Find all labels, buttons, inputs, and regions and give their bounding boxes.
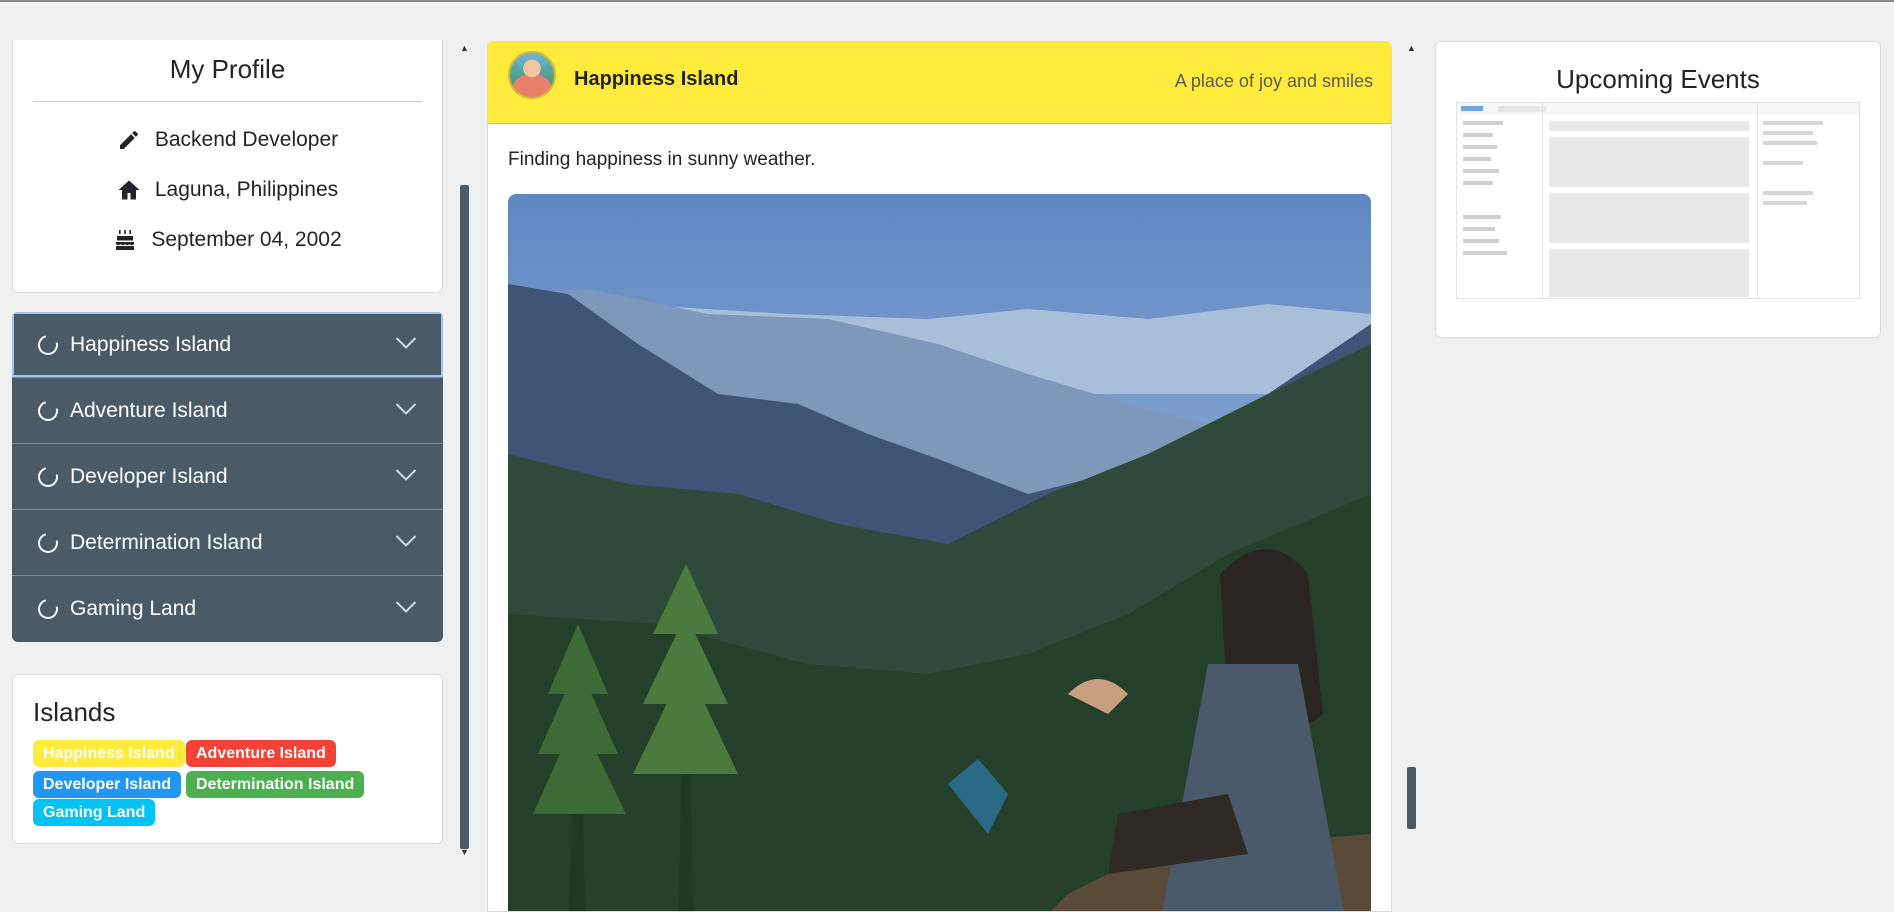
- spinner-icon: [34, 462, 62, 491]
- badge-adventure-island[interactable]: Adventure Island: [186, 740, 336, 767]
- accordion-item-developer-island[interactable]: Developer Island: [12, 444, 443, 510]
- accordion-item-label: Gaming Land: [70, 597, 197, 620]
- islands-card: Islands Happiness Island Adventure Islan…: [12, 674, 443, 844]
- accordion-item-determination-island[interactable]: Determination Island: [12, 510, 443, 576]
- post-tagline: A place of joy and smiles: [1174, 71, 1373, 91]
- post-photo: [508, 194, 1371, 911]
- profile-birthday-row: September 04, 2002: [13, 228, 442, 252]
- profile-location-row: Laguna, Philippines: [13, 178, 442, 202]
- pencil-icon: [119, 130, 138, 149]
- accordion-item-gaming-land[interactable]: Gaming Land: [12, 576, 443, 642]
- event-screenshot-thumbnail: [1457, 103, 1859, 298]
- accordion-item-label: Happiness Island: [70, 332, 232, 356]
- mountain-landscape-image: [508, 194, 1371, 911]
- accordion-item-label: Developer Island: [70, 464, 228, 488]
- chevron-down-icon: [395, 469, 417, 481]
- spinner-icon: [34, 595, 62, 623]
- home-icon: [118, 180, 140, 200]
- spinner-icon: [34, 396, 62, 425]
- spinner-icon: [34, 528, 62, 557]
- left-scroll-up-arrow[interactable]: ▲: [460, 44, 469, 53]
- profile-birthday: September 04, 2002: [151, 228, 342, 251]
- chevron-down-icon: [395, 535, 417, 547]
- profile-divider: [33, 101, 422, 102]
- accordion-item-label: Adventure Island: [70, 398, 228, 422]
- chevron-down-icon: [395, 601, 417, 613]
- center-scrollbar-thumb[interactable]: [1407, 767, 1416, 829]
- post-card: Happiness Island A place of joy and smil…: [487, 41, 1392, 912]
- left-sidebar: My Profile Backend Developer Laguna, Phi…: [0, 2, 472, 910]
- post-island-name[interactable]: Happiness Island: [574, 68, 739, 91]
- upcoming-events-card: Upcoming Events: [1435, 41, 1881, 338]
- spinner-icon: [34, 330, 62, 359]
- profile-occupation: Backend Developer: [154, 128, 339, 151]
- accordion-item-label: Determination Island: [70, 530, 263, 554]
- profile-title: My Profile: [169, 54, 286, 84]
- profile-location: Laguna, Philippines: [154, 178, 339, 201]
- islands-accordion: Happiness Island Adventure Island Develo…: [12, 312, 443, 642]
- events-title: Upcoming Events: [1556, 64, 1760, 94]
- post-caption: Finding happiness in sunny weather.: [508, 149, 816, 170]
- chevron-down-icon: [395, 403, 417, 415]
- avatar[interactable]: [508, 51, 556, 99]
- left-scrollbar-thumb[interactable]: [460, 185, 469, 849]
- badge-gaming-land[interactable]: Gaming Land: [33, 799, 156, 826]
- accordion-item-adventure-island[interactable]: Adventure Island: [12, 378, 443, 444]
- profile-occupation-row: Backend Developer: [13, 128, 442, 152]
- islands-title: Islands: [33, 697, 116, 727]
- birthday-cake-icon: [116, 230, 135, 250]
- profile-card: My Profile Backend Developer Laguna, Phi…: [12, 40, 443, 293]
- badge-happiness-island[interactable]: Happiness Island: [33, 740, 185, 767]
- badge-determination-island[interactable]: Determination Island: [186, 771, 365, 798]
- badge-developer-island[interactable]: Developer Island: [33, 771, 182, 798]
- accordion-item-happiness-island[interactable]: Happiness Island: [12, 312, 443, 378]
- post-header: Happiness Island A place of joy and smil…: [488, 42, 1391, 124]
- left-scroll-down-arrow[interactable]: ▼: [460, 848, 469, 857]
- event-preview-image[interactable]: [1456, 102, 1860, 299]
- chevron-down-icon: [395, 337, 417, 349]
- center-scroll-up-arrow[interactable]: ▲: [1407, 44, 1416, 53]
